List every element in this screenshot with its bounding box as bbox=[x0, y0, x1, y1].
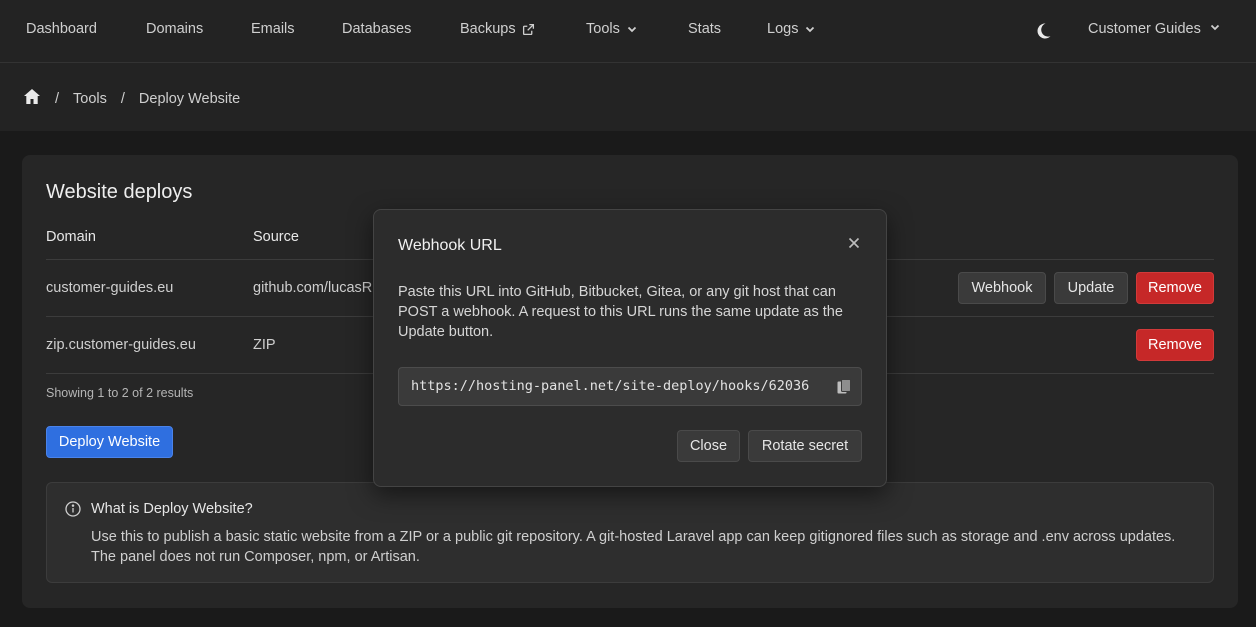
close-button[interactable]: Close bbox=[677, 430, 740, 462]
nav-stats[interactable]: Stats bbox=[688, 21, 721, 37]
nav-logs[interactable]: Logs bbox=[767, 21, 816, 37]
remove-button[interactable]: Remove bbox=[1136, 329, 1214, 361]
top-navbar: Dashboard Domains Emails Databases Backu… bbox=[0, 0, 1256, 63]
nav-dashboard[interactable]: Dashboard bbox=[26, 21, 97, 37]
modal-title: Webhook URL bbox=[398, 237, 502, 254]
nav-backups-label: Backups bbox=[460, 21, 516, 37]
chevron-down-icon bbox=[1209, 21, 1221, 37]
account-menu[interactable]: Customer Guides bbox=[1088, 21, 1221, 37]
nav-logs-label: Logs bbox=[767, 21, 799, 37]
pagination-summary: Showing 1 to 2 of 2 results bbox=[46, 386, 194, 400]
nav-emails-label: Emails bbox=[251, 21, 295, 37]
webhook-modal: Webhook URL Paste this URL into GitHub, … bbox=[373, 209, 887, 487]
nav-databases-label: Databases bbox=[342, 21, 412, 37]
row-source: github.com/lucasR bbox=[253, 280, 373, 296]
update-button[interactable]: Update bbox=[1054, 272, 1128, 304]
deploy-website-button[interactable]: Deploy Website bbox=[46, 426, 173, 458]
nav-databases[interactable]: Databases bbox=[342, 21, 411, 37]
breadcrumb: / Tools / Deploy Website bbox=[23, 88, 240, 109]
breadcrumb-current: Deploy Website bbox=[138, 90, 241, 107]
breadcrumb-separator: / bbox=[120, 90, 125, 107]
breadcrumb-tools[interactable]: Tools bbox=[73, 91, 107, 107]
webhook-url-field[interactable]: https://hosting-panel.net/site-deploy/ho… bbox=[398, 367, 862, 406]
remove-button[interactable]: Remove bbox=[1136, 272, 1214, 304]
nav-dashboard-label: Dashboard bbox=[26, 21, 97, 37]
page-title: Website deploys bbox=[46, 181, 193, 203]
rotate-secret-button[interactable]: Rotate secret bbox=[748, 430, 862, 462]
home-icon[interactable] bbox=[23, 88, 41, 109]
breadcrumb-bar: / Tools / Deploy Website bbox=[0, 63, 1256, 131]
row-domain: customer-guides.eu bbox=[46, 280, 174, 296]
account-name: Customer Guides bbox=[1088, 21, 1201, 37]
column-header-domain: Domain bbox=[46, 229, 96, 245]
column-header-source: Source bbox=[253, 229, 299, 245]
external-link-icon bbox=[522, 23, 535, 36]
row-source: ZIP bbox=[253, 337, 276, 353]
copy-icon[interactable] bbox=[835, 378, 853, 396]
webhook-button[interactable]: Webhook bbox=[958, 272, 1046, 304]
nav-tools-label: Tools bbox=[586, 21, 620, 37]
info-icon bbox=[65, 501, 81, 522]
row-domain: zip.customer-guides.eu bbox=[46, 337, 196, 353]
nav-domains[interactable]: Domains bbox=[146, 21, 203, 37]
close-icon[interactable] bbox=[846, 235, 862, 251]
webhook-url-value[interactable]: https://hosting-panel.net/site-deploy/ho… bbox=[411, 378, 823, 394]
nav-emails[interactable]: Emails bbox=[251, 21, 295, 37]
nav-domains-label: Domains bbox=[146, 21, 204, 37]
chevron-down-icon bbox=[626, 23, 638, 35]
modal-description: Paste this URL into GitHub, Bitbucket, G… bbox=[398, 284, 843, 340]
breadcrumb-separator: / bbox=[55, 90, 60, 107]
nav-tools[interactable]: Tools bbox=[586, 21, 638, 37]
nav-backups[interactable]: Backups bbox=[460, 21, 535, 37]
info-title: What is Deploy Website? bbox=[91, 501, 253, 517]
chevron-down-icon bbox=[804, 23, 816, 35]
moon-icon[interactable] bbox=[1033, 21, 1053, 41]
info-panel: What is Deploy Website? Use this to publ… bbox=[46, 482, 1214, 583]
info-text: Use this to publish a basic static websi… bbox=[91, 529, 1176, 565]
nav-stats-label: Stats bbox=[688, 21, 722, 37]
